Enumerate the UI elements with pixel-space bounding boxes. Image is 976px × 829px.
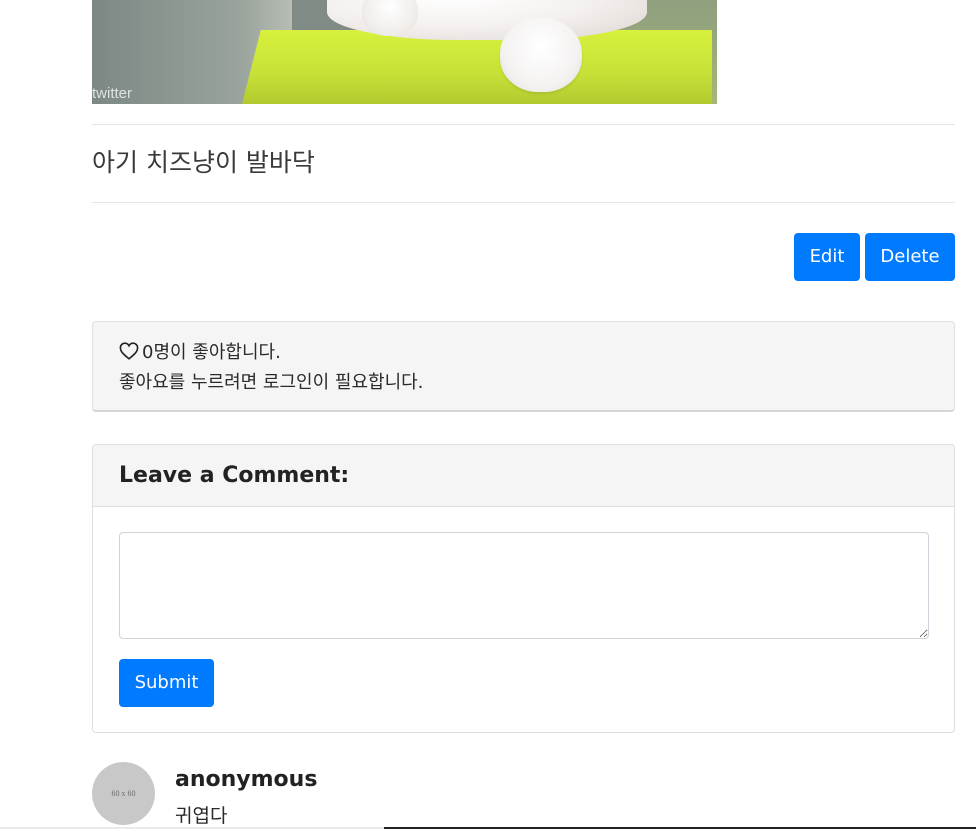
- comment-textarea[interactable]: [119, 532, 929, 639]
- comment-form-card: Leave a Comment: Submit: [92, 444, 955, 733]
- comment-form-header: Leave a Comment:: [93, 445, 954, 507]
- heart-icon[interactable]: [119, 341, 139, 360]
- edit-button[interactable]: Edit: [794, 233, 860, 281]
- divider: [92, 202, 955, 203]
- delete-button[interactable]: Delete: [865, 233, 955, 281]
- comment-body: 귀엽다: [175, 805, 228, 827]
- like-panel: 0명이 좋아합니다. 좋아요를 누르려면 로그인이 필요합니다.: [92, 321, 955, 412]
- like-count-text: 0명이 좋아합니다.: [142, 342, 281, 363]
- post-image: twitter: [92, 0, 717, 104]
- post-title: 아기 치즈냥이 발바닥: [92, 148, 315, 177]
- avatar: 60 x 60: [92, 762, 155, 825]
- submit-button[interactable]: Submit: [119, 659, 214, 707]
- divider: [92, 124, 955, 125]
- comment-form-heading: Leave a Comment:: [119, 463, 350, 488]
- login-notice: 좋아요를 누르려면 로그인이 필요합니다.: [119, 372, 424, 393]
- comment-item: 60 x 60 anonymous 귀엽다: [92, 762, 955, 829]
- comment-author: anonymous: [175, 767, 318, 792]
- post-detail-page: twitter 아기 치즈냥이 발바닥 Edit Delete 0명이 좋아합니…: [0, 0, 976, 829]
- image-watermark: twitter: [92, 85, 133, 102]
